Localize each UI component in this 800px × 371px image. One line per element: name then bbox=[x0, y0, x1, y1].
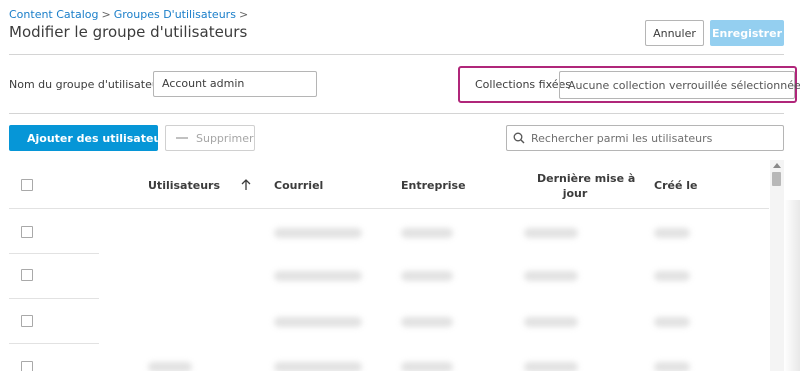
column-header-last-updated[interactable]: Dernière mise à jour bbox=[537, 172, 636, 200]
table-scrollbar[interactable] bbox=[770, 160, 784, 371]
row-checkbox[interactable] bbox=[21, 361, 33, 371]
save-button[interactable]: Enregistrer bbox=[710, 20, 784, 46]
column-header-email[interactable]: Courriel bbox=[274, 179, 323, 192]
redacted-email bbox=[274, 228, 362, 238]
minus-icon bbox=[176, 137, 188, 139]
redacted-company bbox=[401, 362, 453, 371]
group-name-label: Nom du groupe d'utilisateurs* bbox=[9, 78, 175, 91]
column-header-users[interactable]: Utilisateurs bbox=[148, 179, 220, 192]
breadcrumb-user-groups[interactable]: Groupes D'utilisateurs bbox=[114, 8, 236, 21]
table-row-divider bbox=[9, 343, 99, 344]
page-title: Modifier le groupe d'utilisateurs bbox=[9, 23, 248, 41]
row-checkbox[interactable] bbox=[21, 226, 33, 238]
table-row-divider bbox=[9, 253, 99, 254]
breadcrumb-content-catalog[interactable]: Content Catalog bbox=[9, 8, 99, 21]
redacted-last-updated bbox=[524, 317, 578, 327]
redacted-email bbox=[274, 271, 362, 281]
redacted-created bbox=[654, 362, 690, 371]
scroll-up-arrow-icon[interactable] bbox=[773, 163, 781, 168]
redacted-user bbox=[148, 362, 192, 371]
collections-select-value: Aucune collection verrouillée sélectionn… bbox=[568, 78, 800, 92]
redacted-company bbox=[401, 317, 453, 327]
search-placeholder: Rechercher parmi les utilisateurs bbox=[531, 131, 713, 145]
group-name-input[interactable]: Account admin bbox=[153, 71, 317, 97]
breadcrumb-separator: > bbox=[238, 8, 249, 21]
breadcrumb: Content Catalog > Groupes D'utilisateurs > bbox=[9, 8, 251, 21]
column-header-company[interactable]: Entreprise bbox=[401, 179, 466, 192]
row-checkbox[interactable] bbox=[21, 315, 33, 327]
form-divider bbox=[9, 113, 784, 114]
redacted-created bbox=[654, 317, 690, 327]
collections-label: Collections fixées bbox=[475, 78, 572, 91]
column-header-last-updated-line1: Dernière mise à bbox=[537, 172, 636, 185]
sort-arrow-up-icon[interactable] bbox=[241, 179, 251, 191]
breadcrumb-separator: > bbox=[101, 8, 111, 21]
add-users-label: Ajouter des utilisateurs bbox=[27, 131, 174, 145]
add-users-button[interactable]: Ajouter des utilisateurs bbox=[9, 125, 173, 151]
table-row-divider bbox=[9, 298, 99, 299]
redacted-last-updated bbox=[524, 362, 578, 371]
redacted-last-updated bbox=[524, 228, 578, 238]
redacted-email bbox=[274, 362, 362, 371]
redacted-email bbox=[274, 317, 362, 327]
column-header-last-updated-line2: jour bbox=[562, 187, 588, 200]
group-name-label-text: Nom du groupe d'utilisateurs bbox=[9, 78, 170, 91]
redacted-company bbox=[401, 228, 453, 238]
redacted-created bbox=[654, 228, 690, 238]
cancel-button[interactable]: Annuler bbox=[645, 20, 704, 46]
collections-select[interactable]: Aucune collection verrouillée sélectionn… bbox=[559, 71, 800, 99]
edge-fade bbox=[784, 200, 800, 371]
search-input[interactable]: Rechercher parmi les utilisateurs bbox=[506, 125, 784, 151]
delete-button[interactable]: Supprimer bbox=[165, 125, 255, 151]
header-divider bbox=[9, 54, 784, 55]
header-row-divider bbox=[9, 208, 769, 209]
search-icon bbox=[513, 132, 525, 144]
scrollbar-thumb[interactable] bbox=[772, 172, 781, 186]
delete-label: Supprimer bbox=[196, 131, 254, 145]
redacted-last-updated bbox=[524, 271, 578, 281]
select-all-checkbox[interactable] bbox=[21, 179, 33, 191]
row-checkbox[interactable] bbox=[21, 269, 33, 281]
column-header-created[interactable]: Créé le bbox=[654, 179, 697, 192]
redacted-created bbox=[654, 271, 690, 281]
redacted-company bbox=[401, 271, 453, 281]
